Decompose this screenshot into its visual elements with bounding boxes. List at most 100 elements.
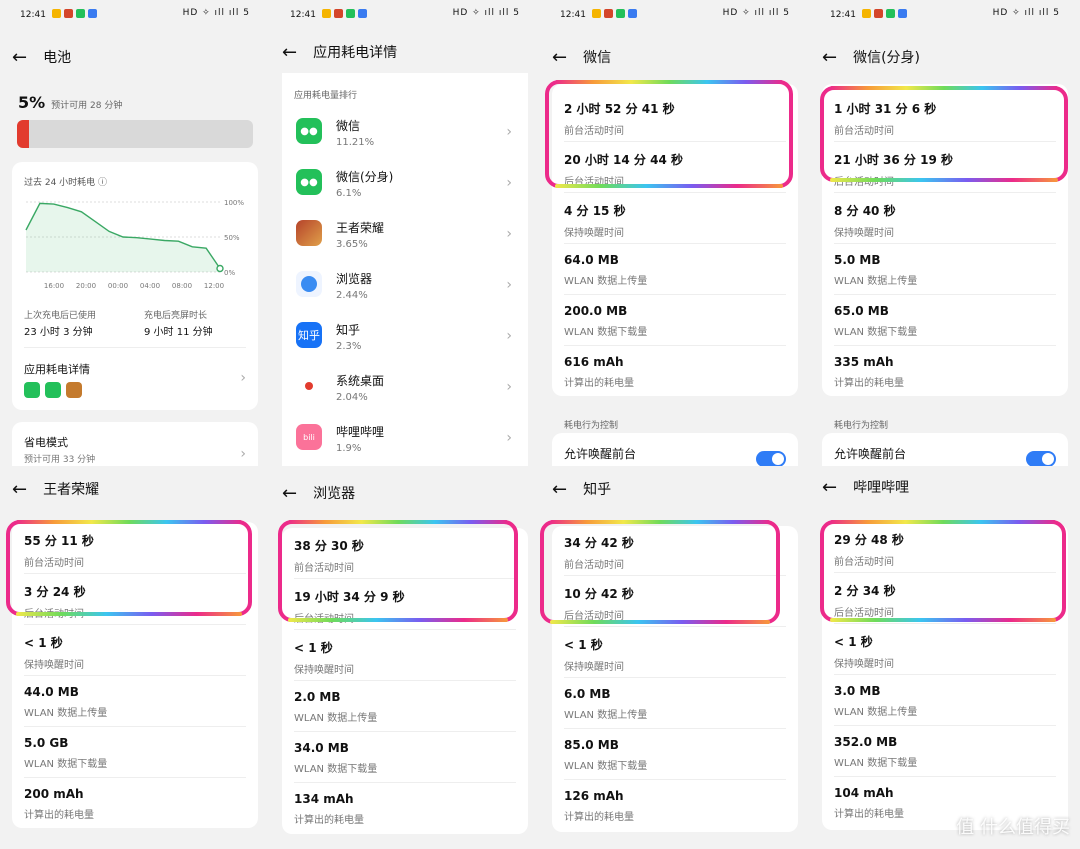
watermark: 值 什么值得买 xyxy=(956,817,1070,838)
status-bar: 12:41 HD ✧ ıll ıll 5 xyxy=(0,0,270,30)
allow-wake-label: 允许唤醒前台 xyxy=(564,447,637,461)
status-time: 12:41 xyxy=(290,10,316,20)
upload-row: 6.0 MB WLAN 数据上传量 xyxy=(564,687,648,721)
back-arrow-icon[interactable]: ← xyxy=(552,479,567,500)
control-card: 允许唤醒前台 xyxy=(822,433,1068,466)
status-app-icons xyxy=(52,9,97,18)
x-tick-label: 04:00 xyxy=(140,282,160,290)
screen-on-label: 充电后亮屏时长 xyxy=(144,311,208,321)
zhihu-icon: 知乎 xyxy=(296,322,322,348)
download-row: 200.0 MB WLAN 数据下载量 xyxy=(564,304,648,338)
wake-time-row: 4 分 15 秒保持唤醒时间 xyxy=(564,204,626,239)
wake-time-row: < 1 秒保持唤醒时间 xyxy=(564,638,624,673)
y-tick-label: 50% xyxy=(224,234,240,242)
power-saver-label: 省电模式 xyxy=(24,436,68,449)
bilibili-icon: bili xyxy=(296,424,322,450)
chevron-right-icon: › xyxy=(506,328,512,344)
back-arrow-icon[interactable]: ← xyxy=(12,47,27,68)
divider xyxy=(564,779,786,780)
highlight-box xyxy=(820,86,1068,182)
divider xyxy=(24,347,246,348)
detail-panel-browser: ← 浏览器 38 分 30 秒前台活动时间 19 小时 34 分 9 秒后台活动… xyxy=(270,466,540,849)
back-arrow-icon[interactable]: ← xyxy=(282,483,297,504)
upload-row: 2.0 MB WLAN 数据上传量 xyxy=(294,690,378,724)
last-charge-label: 上次充电后已使用 xyxy=(24,311,97,321)
app-row-launcher[interactable]: 系统桌面 2.04% › xyxy=(294,365,516,416)
honor-of-kings-icon xyxy=(296,220,322,246)
divider xyxy=(24,726,246,727)
divider xyxy=(24,675,246,676)
power-saver-card[interactable]: 省电模式 预计可用 33 分钟 › xyxy=(12,422,258,466)
launcher-icon xyxy=(296,373,322,399)
nav-bar: ← 知乎 xyxy=(552,474,611,504)
status-app-icons xyxy=(322,9,367,18)
divider xyxy=(564,294,786,295)
divider xyxy=(564,243,786,244)
ranking-card: 应用耗电量排行 ●● 微信 11.21% › ●● 微信(分身) 6.1% › … xyxy=(282,73,528,466)
highlight-box xyxy=(545,80,793,188)
divider xyxy=(834,725,1056,726)
divider xyxy=(564,345,786,346)
page-title: 浏览器 xyxy=(313,486,356,502)
divider xyxy=(834,294,1056,295)
back-arrow-icon[interactable]: ← xyxy=(552,47,567,68)
wechat-icon xyxy=(24,382,40,398)
nav-bar: ← 应用耗电详情 xyxy=(282,37,397,67)
back-arrow-icon[interactable]: ← xyxy=(12,479,27,500)
last-charge-value: 23 小时 3 分钟 xyxy=(24,327,93,338)
status-system-icons: HD ✧ ıll ıll 5 xyxy=(452,8,520,18)
status-time: 12:41 xyxy=(830,10,856,20)
back-arrow-icon[interactable]: ← xyxy=(822,47,837,68)
app-percent: 3.65% xyxy=(336,239,368,250)
status-time: 12:41 xyxy=(20,10,46,20)
divider xyxy=(294,731,516,732)
allow-wake-toggle[interactable] xyxy=(1026,451,1056,466)
power-consumption-row: 335 mAh 计算出的耗电量 xyxy=(834,355,904,389)
app-details-label: 应用耗电详情 xyxy=(24,363,90,376)
nav-bar: ← 哔哩哔哩 xyxy=(822,472,909,502)
divider xyxy=(834,776,1056,777)
download-row: 65.0 MB WLAN 数据下载量 xyxy=(834,304,918,338)
divider xyxy=(294,680,516,681)
app-row-bilibili[interactable]: bili 哔哩哔哩 1.9% › xyxy=(294,416,516,466)
app-row-wechat[interactable]: ●● 微信 11.21% › xyxy=(294,110,516,161)
page-title: 应用耗电详情 xyxy=(313,45,398,61)
detail-panel-wechat-clone: 12:41 HD ✧ ıll ıll 5 ← 微信(分身) 1 小时 31 分 … xyxy=(810,0,1080,466)
y-tick-label: 0% xyxy=(224,269,235,277)
download-row: 85.0 MB WLAN 数据下载量 xyxy=(564,738,648,772)
app-name: 知乎 xyxy=(336,323,361,337)
app-percent: 2.04% xyxy=(336,392,368,403)
battery-percent: 5% xyxy=(18,93,46,112)
allow-wake-label: 允许唤醒前台 xyxy=(834,447,907,461)
divider xyxy=(834,674,1056,675)
chevron-right-icon: › xyxy=(506,124,512,140)
usage-chart-card: 过去 24 小时耗电 ⓘ 100% 50% 0% 16:00 20:00 00:00 04:… xyxy=(12,162,258,410)
y-tick-label: 100% xyxy=(224,199,244,207)
wechat-clone-icon xyxy=(45,382,61,398)
app-row-honor-of-kings[interactable]: 王者荣耀 3.65% › xyxy=(294,212,516,263)
allow-wake-toggle[interactable] xyxy=(756,451,786,466)
app-row-zhihu[interactable]: 知乎 知乎 2.3% › xyxy=(294,314,516,365)
page-title: 王者荣耀 xyxy=(43,482,100,498)
chevron-right-icon: › xyxy=(240,446,246,462)
x-tick-label: 08:00 xyxy=(172,282,192,290)
power-consumption-row: 126 mAh 计算出的耗电量 xyxy=(564,789,634,823)
chevron-right-icon: › xyxy=(506,430,512,446)
back-arrow-icon[interactable]: ← xyxy=(282,42,297,63)
x-tick-label: 00:00 xyxy=(108,282,128,290)
highlight-box xyxy=(540,520,780,624)
battery-summary: 5% 预计可用 28 分钟 xyxy=(18,93,122,112)
highlight-box xyxy=(820,520,1066,622)
app-usage-details-link[interactable]: 应用耗电详情 › xyxy=(12,352,258,407)
app-row-wechat-clone[interactable]: ●● 微信(分身) 6.1% › xyxy=(294,161,516,212)
ranking-panel: 12:41 HD ✧ ıll ıll 5 ← 应用耗电详情 应用耗电量排行 ●●… xyxy=(270,0,540,466)
app-row-browser[interactable]: 浏览器 2.44% › xyxy=(294,263,516,314)
page-title: 哔哩哔哩 xyxy=(853,480,910,496)
divider xyxy=(24,624,246,625)
status-app-icons xyxy=(592,9,637,18)
divider xyxy=(834,345,1056,346)
nav-bar: ← 微信(分身) xyxy=(822,42,920,72)
detail-panel-wechat: 12:41 HD ✧ ıll ıll 5 ← 微信 2 小时 52 分 41 秒… xyxy=(540,0,810,466)
back-arrow-icon[interactable]: ← xyxy=(822,477,837,498)
nav-bar: ← 浏览器 xyxy=(282,478,355,508)
